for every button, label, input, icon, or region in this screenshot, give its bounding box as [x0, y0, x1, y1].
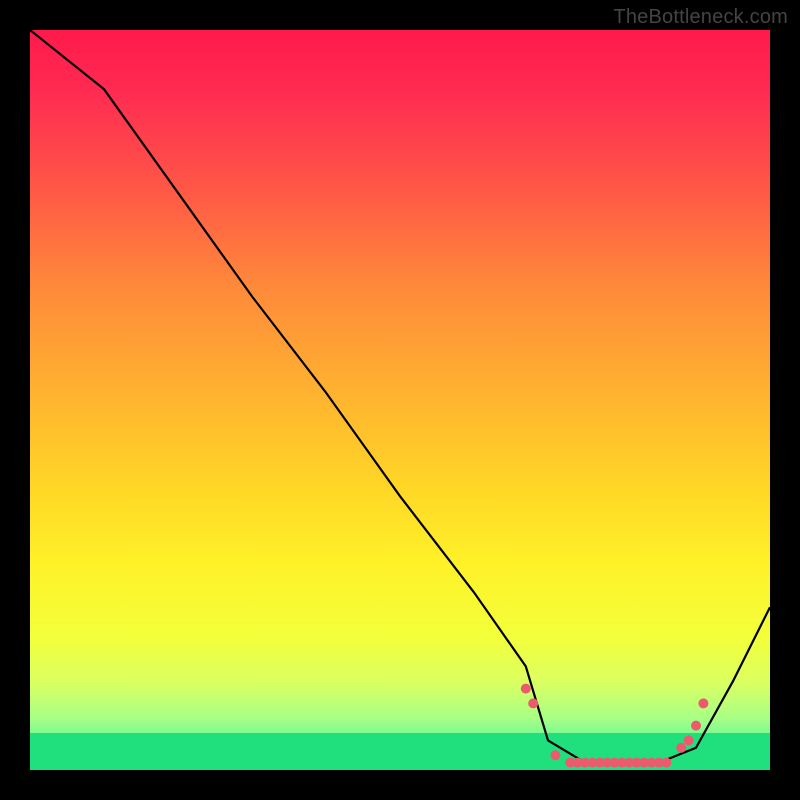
plot-area [30, 30, 770, 770]
watermark-text: TheBottleneck.com [613, 6, 788, 29]
curve-marker [528, 698, 538, 708]
chart-frame: TheBottleneck.com [0, 0, 800, 800]
curve-marker [698, 698, 708, 708]
curve-marker [684, 735, 694, 745]
curve-marker [550, 750, 560, 760]
curve-marker [521, 684, 531, 694]
curve-marker [676, 743, 686, 753]
curve-markers [30, 30, 770, 770]
curve-marker [691, 721, 701, 731]
curve-marker [661, 758, 671, 768]
